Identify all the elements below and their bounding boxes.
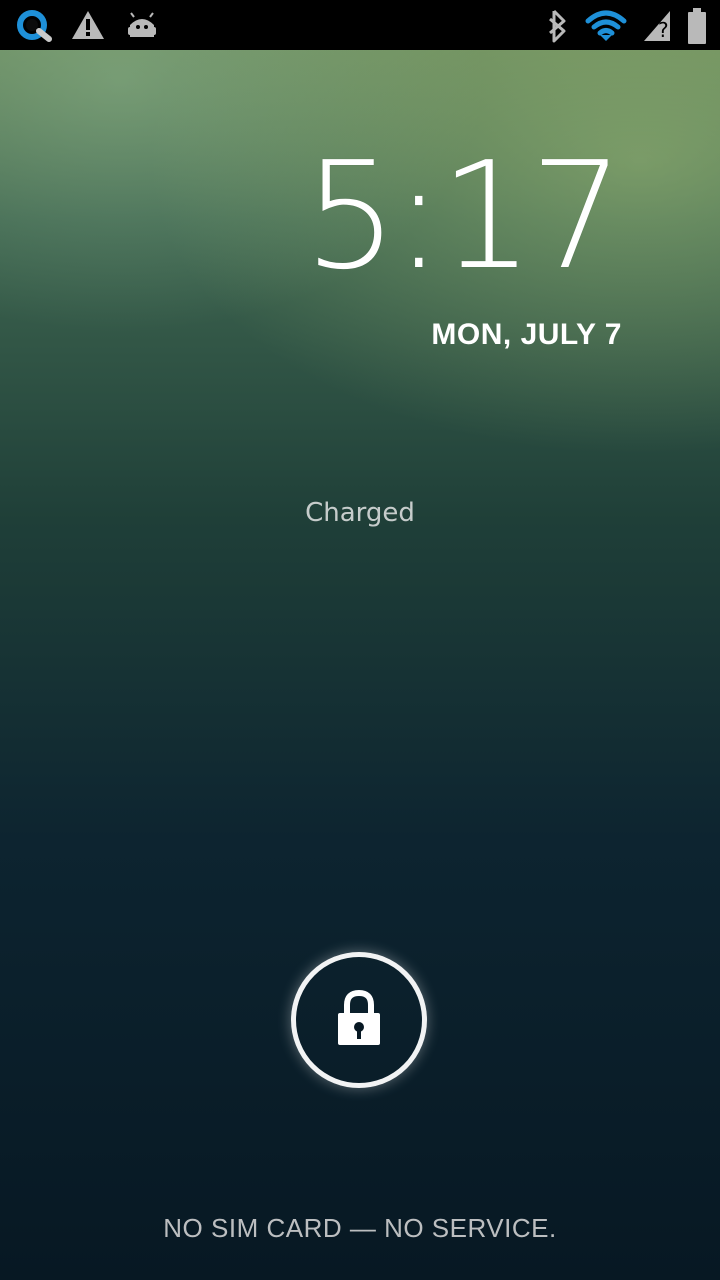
svg-text:?: ?	[658, 18, 669, 42]
lock-date: MON, JULY 7	[431, 318, 622, 351]
lock-time: 5:17	[303, 130, 624, 302]
status-bar-right: ?	[542, 6, 708, 46]
battery-icon	[686, 6, 708, 46]
unknown-signal-icon: ?	[640, 7, 674, 45]
android-robot-icon	[122, 7, 162, 43]
status-bar-left	[14, 7, 162, 43]
lock-icon	[332, 987, 386, 1053]
status-bar: ?	[0, 0, 720, 50]
unlock-button[interactable]	[291, 952, 427, 1088]
wifi-icon	[584, 7, 628, 45]
warning-triangle-icon	[70, 7, 106, 43]
carrier-status: NO SIM CARD — NO SERVICE.	[163, 1213, 557, 1243]
browser-q-icon	[14, 7, 54, 43]
bluetooth-icon	[542, 7, 572, 45]
lockscreen: ? 5:17 MON, JULY 7 Charged NO SIM CARD —…	[0, 0, 720, 1280]
charging-status: Charged	[305, 498, 415, 528]
